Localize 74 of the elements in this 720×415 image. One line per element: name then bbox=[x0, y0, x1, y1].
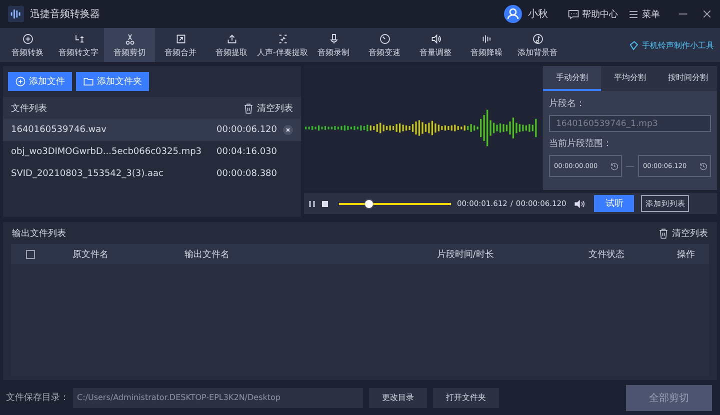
add-file-button[interactable]: 添加文件 bbox=[8, 72, 72, 91]
pause-icon[interactable] bbox=[307, 198, 317, 208]
tag-icon bbox=[628, 40, 639, 50]
toolbar-tab[interactable]: 音频降噪 bbox=[461, 28, 512, 62]
reset-time-icon[interactable] bbox=[610, 162, 619, 170]
open-folder-button[interactable]: 打开文件夹 bbox=[433, 388, 499, 408]
square-arrow-icon bbox=[174, 32, 186, 44]
segment-range-label: 当前片段范围： bbox=[549, 138, 613, 150]
playback-slider[interactable] bbox=[339, 198, 451, 210]
user-name[interactable]: 小秋 bbox=[528, 7, 548, 21]
segment-name-label: 片段名： bbox=[549, 98, 586, 110]
column-header: 片段时间/时长 bbox=[436, 248, 495, 260]
chat-icon bbox=[568, 8, 579, 20]
plus-circle-icon bbox=[15, 76, 26, 87]
help-center-button[interactable]: 帮助中心 bbox=[568, 8, 618, 20]
toolbar-tab[interactable]: 音频录制 bbox=[308, 28, 359, 62]
speaker-icon bbox=[430, 32, 442, 44]
trash-icon bbox=[658, 228, 669, 238]
volume-icon[interactable] bbox=[573, 198, 586, 210]
clear-list-button[interactable]: 清空列表 bbox=[243, 102, 293, 114]
toolbar-tab[interactable]: 音频转换 bbox=[2, 28, 53, 62]
toolbar-tab[interactable]: 音频提取 bbox=[206, 28, 257, 62]
folder-icon bbox=[83, 76, 94, 87]
split-mode-tab[interactable]: 平均分割 bbox=[601, 66, 659, 91]
split-mode-tab[interactable]: 手动分割 bbox=[543, 66, 601, 91]
upload-icon bbox=[226, 32, 238, 44]
user-avatar-icon bbox=[504, 5, 522, 23]
split-mode-tab[interactable]: 按时间分割 bbox=[659, 66, 717, 91]
file-name: obj_wo3DIMOGwrbD...5ecb066c0325.mp3 bbox=[11, 147, 203, 157]
column-header: 文件状态 bbox=[588, 248, 626, 260]
segment-name-field[interactable]: 1640160539746_1.mp3 bbox=[549, 115, 711, 132]
toolbar-tab[interactable]: 音频合并 bbox=[155, 28, 206, 62]
trash-icon bbox=[243, 102, 254, 114]
column-header: 操作 bbox=[677, 248, 696, 260]
clear-output-button[interactable]: 清空列表 bbox=[658, 226, 708, 240]
ringtone-tool-link[interactable]: 手机铃声制作小工具 bbox=[628, 28, 714, 62]
select-all-checkbox[interactable] bbox=[26, 250, 36, 258]
microphone-icon bbox=[328, 32, 340, 44]
app-logo-icon bbox=[8, 6, 24, 22]
column-header: 原文件名 bbox=[71, 248, 110, 260]
toolbar-tab[interactable]: 人声-伴奏提取 bbox=[257, 28, 308, 62]
window-title: 迅捷音频转换器 bbox=[30, 8, 100, 21]
output-list-title: 输出文件列表 bbox=[12, 228, 66, 240]
menu-icon bbox=[628, 8, 639, 20]
toolbar-tab[interactable]: 添加背景音 bbox=[512, 28, 563, 62]
text-icon bbox=[72, 32, 84, 44]
dial-icon bbox=[378, 32, 390, 44]
file-row[interactable]: 1640160539746.wav 00:00:06.120 bbox=[3, 119, 301, 141]
save-dir-label: 文件保存目录： bbox=[6, 392, 69, 404]
file-name: SVID_20210803_153542_3(3).aac bbox=[11, 169, 164, 179]
toolbar-tab[interactable]: 音频变速 bbox=[359, 28, 410, 62]
add-folder-button[interactable]: 添加文件夹 bbox=[76, 72, 149, 91]
file-duration: 00:00:06.120 bbox=[216, 125, 277, 135]
bars-icon bbox=[480, 32, 492, 44]
remove-icon[interactable] bbox=[283, 125, 293, 135]
toolbar-tab[interactable]: 音量调整 bbox=[410, 28, 461, 62]
stop-icon[interactable] bbox=[320, 198, 330, 208]
file-duration: 00:00:08.380 bbox=[216, 169, 277, 179]
file-row[interactable]: SVID_20210803_153542_3(3).aac 00:00:08.380 bbox=[3, 163, 301, 185]
scissors-icon bbox=[124, 32, 136, 44]
menu-button[interactable]: 菜单 bbox=[628, 8, 660, 20]
file-name: 1640160539746.wav bbox=[11, 125, 108, 135]
save-path-field[interactable]: C:/Users/Administrator.DESKTOP-EPL3K2N/Desktop bbox=[73, 388, 363, 408]
file-row[interactable]: obj_wo3DIMOGwrbD...5ecb066c0325.mp3 00:04:16.030 bbox=[3, 141, 301, 163]
scan-icon bbox=[276, 32, 288, 44]
toolbar-tab[interactable]: 音频转文字 bbox=[53, 28, 104, 62]
file-duration: 00:04:16.030 bbox=[216, 147, 277, 157]
close-icon[interactable] bbox=[702, 9, 712, 19]
change-dir-button[interactable]: 更改目录 bbox=[369, 388, 427, 408]
file-list-title: 文件列表 bbox=[11, 102, 47, 114]
preview-button[interactable]: 试听 bbox=[594, 195, 634, 212]
toolbar-tab[interactable]: 音频剪切 bbox=[104, 28, 155, 62]
reset-time-icon[interactable] bbox=[699, 162, 708, 170]
column-header: 输出文件名 bbox=[184, 248, 231, 260]
